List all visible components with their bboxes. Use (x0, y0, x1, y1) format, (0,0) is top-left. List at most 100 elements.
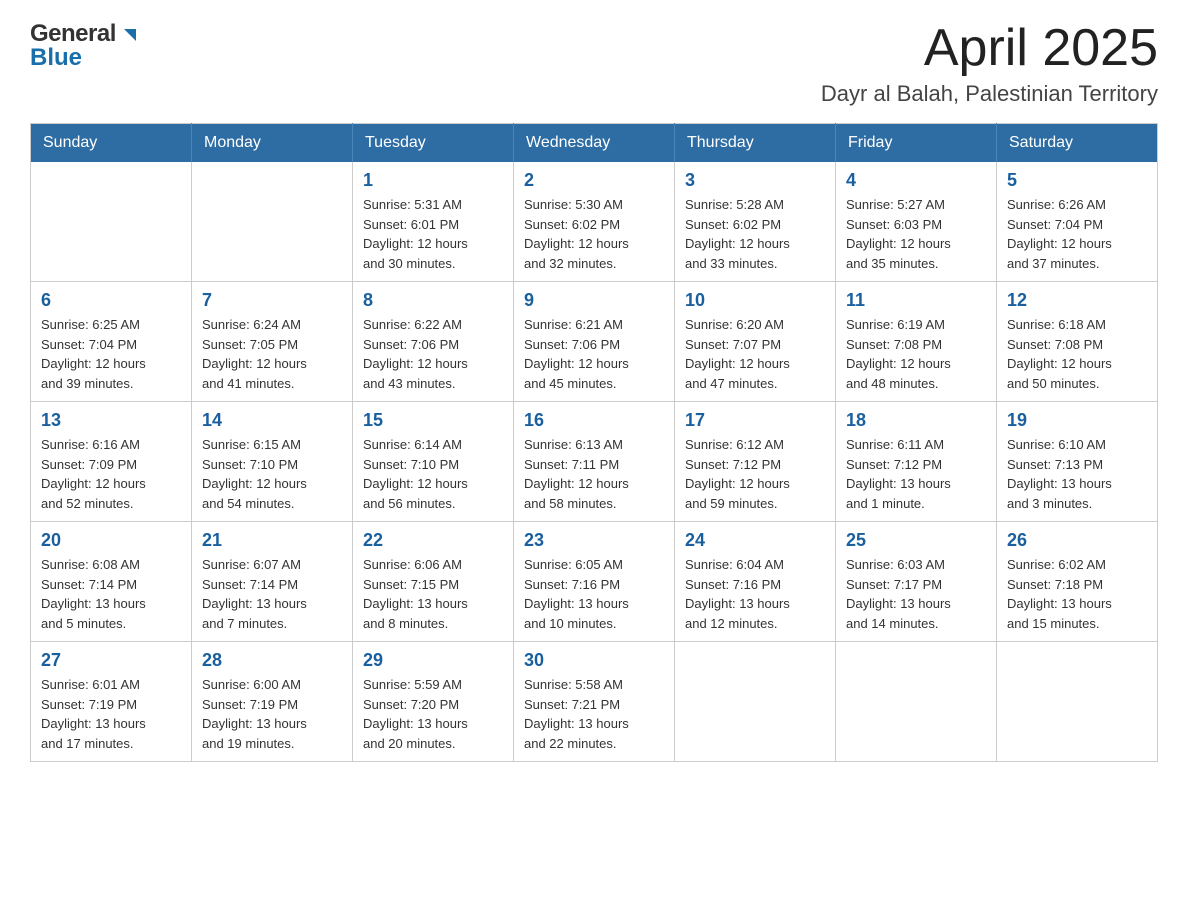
calendar-cell: 27 Sunrise: 6:01 AM Sunset: 7:19 PM Dayli… (31, 642, 192, 762)
day-info: Sunrise: 6:20 AM Sunset: 7:07 PM Dayligh… (685, 315, 825, 393)
day-info: Sunrise: 6:05 AM Sunset: 7:16 PM Dayligh… (524, 555, 664, 633)
day-info: Sunrise: 6:11 AM Sunset: 7:12 PM Dayligh… (846, 435, 986, 513)
calendar-week-1: 1 Sunrise: 5:31 AM Sunset: 6:01 PM Daylig… (31, 162, 1158, 282)
day-info: Sunrise: 6:21 AM Sunset: 7:06 PM Dayligh… (524, 315, 664, 393)
calendar-week-2: 6 Sunrise: 6:25 AM Sunset: 7:04 PM Daylig… (31, 282, 1158, 402)
day-of-week-wednesday: Wednesday (514, 124, 675, 163)
day-info: Sunrise: 6:19 AM Sunset: 7:08 PM Dayligh… (846, 315, 986, 393)
calendar-cell: 13 Sunrise: 6:16 AM Sunset: 7:09 PM Dayli… (31, 402, 192, 522)
day-number: 15 (363, 410, 503, 431)
day-of-week-friday: Friday (836, 124, 997, 163)
calendar-week-5: 27 Sunrise: 6:01 AM Sunset: 7:19 PM Dayli… (31, 642, 1158, 762)
calendar-cell (997, 642, 1158, 762)
page-subtitle: Dayr al Balah, Palestinian Territory (821, 81, 1158, 107)
day-info: Sunrise: 5:59 AM Sunset: 7:20 PM Dayligh… (363, 675, 503, 753)
day-number: 28 (202, 650, 342, 671)
day-number: 9 (524, 290, 664, 311)
day-info: Sunrise: 6:22 AM Sunset: 7:06 PM Dayligh… (363, 315, 503, 393)
day-info: Sunrise: 6:10 AM Sunset: 7:13 PM Dayligh… (1007, 435, 1147, 513)
day-number: 6 (41, 290, 181, 311)
day-info: Sunrise: 6:24 AM Sunset: 7:05 PM Dayligh… (202, 315, 342, 393)
day-number: 1 (363, 170, 503, 191)
calendar-cell: 16Sunrise: 6:13 AM Sunset: 7:11 PM Dayli… (514, 402, 675, 522)
page-header: General Blue April 2025 Dayr al Balah, P… (30, 20, 1158, 107)
calendar-cell: 6 Sunrise: 6:25 AM Sunset: 7:04 PM Daylig… (31, 282, 192, 402)
day-info: Sunrise: 5:28 AM Sunset: 6:02 PM Dayligh… (685, 195, 825, 273)
calendar-cell: 12 Sunrise: 6:18 AM Sunset: 7:08 PM Dayli… (997, 282, 1158, 402)
calendar-cell: 9 Sunrise: 6:21 AM Sunset: 7:06 PM Daylig… (514, 282, 675, 402)
day-number: 18 (846, 410, 986, 431)
day-number: 13 (41, 410, 181, 431)
calendar-cell: 7Sunrise: 6:24 AM Sunset: 7:05 PM Daylig… (192, 282, 353, 402)
calendar-cell (836, 642, 997, 762)
day-number: 20 (41, 530, 181, 551)
calendar-cell: 30Sunrise: 5:58 AM Sunset: 7:21 PM Dayli… (514, 642, 675, 762)
calendar-cell: 28 Sunrise: 6:00 AM Sunset: 7:19 PM Dayli… (192, 642, 353, 762)
day-info: Sunrise: 6:03 AM Sunset: 7:17 PM Dayligh… (846, 555, 986, 633)
day-number: 29 (363, 650, 503, 671)
day-of-week-tuesday: Tuesday (353, 124, 514, 163)
calendar-cell: 2Sunrise: 5:30 AM Sunset: 6:02 PM Daylig… (514, 162, 675, 282)
calendar-week-3: 13 Sunrise: 6:16 AM Sunset: 7:09 PM Dayli… (31, 402, 1158, 522)
day-info: Sunrise: 6:26 AM Sunset: 7:04 PM Dayligh… (1007, 195, 1147, 273)
day-number: 4 (846, 170, 986, 191)
calendar-body: 1 Sunrise: 5:31 AM Sunset: 6:01 PM Daylig… (31, 162, 1158, 762)
day-of-week-sunday: Sunday (31, 124, 192, 163)
day-of-week-monday: Monday (192, 124, 353, 163)
calendar-cell: 11 Sunrise: 6:19 AM Sunset: 7:08 PM Dayli… (836, 282, 997, 402)
day-number: 11 (846, 290, 986, 311)
calendar-cell: 17Sunrise: 6:12 AM Sunset: 7:12 PM Dayli… (675, 402, 836, 522)
day-number: 27 (41, 650, 181, 671)
logo-arrow-icon (120, 25, 140, 45)
logo: General Blue (30, 20, 140, 72)
day-number: 14 (202, 410, 342, 431)
calendar-cell: 22Sunrise: 6:06 AM Sunset: 7:15 PM Dayli… (353, 522, 514, 642)
calendar-cell: 8Sunrise: 6:22 AM Sunset: 7:06 PM Daylig… (353, 282, 514, 402)
calendar-cell: 24 Sunrise: 6:04 AM Sunset: 7:16 PM Dayli… (675, 522, 836, 642)
day-info: Sunrise: 6:16 AM Sunset: 7:09 PM Dayligh… (41, 435, 181, 513)
calendar-cell: 5 Sunrise: 6:26 AM Sunset: 7:04 PM Daylig… (997, 162, 1158, 282)
day-number: 30 (524, 650, 664, 671)
day-number: 24 (685, 530, 825, 551)
day-info: Sunrise: 6:07 AM Sunset: 7:14 PM Dayligh… (202, 555, 342, 633)
calendar-cell: 10Sunrise: 6:20 AM Sunset: 7:07 PM Dayli… (675, 282, 836, 402)
day-info: Sunrise: 5:27 AM Sunset: 6:03 PM Dayligh… (846, 195, 986, 273)
calendar-cell: 29 Sunrise: 5:59 AM Sunset: 7:20 PM Dayli… (353, 642, 514, 762)
calendar-header: SundayMondayTuesdayWednesdayThursdayFrid… (31, 124, 1158, 163)
day-info: Sunrise: 6:02 AM Sunset: 7:18 PM Dayligh… (1007, 555, 1147, 633)
day-number: 21 (202, 530, 342, 551)
calendar-cell: 3 Sunrise: 5:28 AM Sunset: 6:02 PM Daylig… (675, 162, 836, 282)
days-of-week-row: SundayMondayTuesdayWednesdayThursdayFrid… (31, 124, 1158, 163)
calendar-cell: 18 Sunrise: 6:11 AM Sunset: 7:12 PM Dayli… (836, 402, 997, 522)
calendar-week-4: 20 Sunrise: 6:08 AM Sunset: 7:14 PM Dayli… (31, 522, 1158, 642)
calendar-cell: 15 Sunrise: 6:14 AM Sunset: 7:10 PM Dayli… (353, 402, 514, 522)
day-number: 3 (685, 170, 825, 191)
day-info: Sunrise: 6:04 AM Sunset: 7:16 PM Dayligh… (685, 555, 825, 633)
calendar-cell: 1 Sunrise: 5:31 AM Sunset: 6:01 PM Daylig… (353, 162, 514, 282)
day-number: 19 (1007, 410, 1147, 431)
day-info: Sunrise: 5:31 AM Sunset: 6:01 PM Dayligh… (363, 195, 503, 273)
day-info: Sunrise: 6:00 AM Sunset: 7:19 PM Dayligh… (202, 675, 342, 753)
calendar-table: SundayMondayTuesdayWednesdayThursdayFrid… (30, 123, 1158, 762)
day-of-week-thursday: Thursday (675, 124, 836, 163)
day-of-week-saturday: Saturday (997, 124, 1158, 163)
day-info: Sunrise: 6:12 AM Sunset: 7:12 PM Dayligh… (685, 435, 825, 513)
day-info: Sunrise: 6:18 AM Sunset: 7:08 PM Dayligh… (1007, 315, 1147, 393)
day-info: Sunrise: 6:13 AM Sunset: 7:11 PM Dayligh… (524, 435, 664, 513)
day-info: Sunrise: 6:25 AM Sunset: 7:04 PM Dayligh… (41, 315, 181, 393)
day-info: Sunrise: 6:01 AM Sunset: 7:19 PM Dayligh… (41, 675, 181, 753)
page-title: April 2025 (821, 20, 1158, 77)
calendar-cell: 4 Sunrise: 5:27 AM Sunset: 6:03 PM Daylig… (836, 162, 997, 282)
calendar-cell: 19 Sunrise: 6:10 AM Sunset: 7:13 PM Dayli… (997, 402, 1158, 522)
day-info: Sunrise: 6:14 AM Sunset: 7:10 PM Dayligh… (363, 435, 503, 513)
day-info: Sunrise: 6:08 AM Sunset: 7:14 PM Dayligh… (41, 555, 181, 633)
day-info: Sunrise: 5:30 AM Sunset: 6:02 PM Dayligh… (524, 195, 664, 273)
day-number: 22 (363, 530, 503, 551)
calendar-cell (675, 642, 836, 762)
day-number: 25 (846, 530, 986, 551)
calendar-cell: 14Sunrise: 6:15 AM Sunset: 7:10 PM Dayli… (192, 402, 353, 522)
day-number: 12 (1007, 290, 1147, 311)
day-number: 26 (1007, 530, 1147, 551)
day-number: 5 (1007, 170, 1147, 191)
calendar-cell: 25 Sunrise: 6:03 AM Sunset: 7:17 PM Dayli… (836, 522, 997, 642)
